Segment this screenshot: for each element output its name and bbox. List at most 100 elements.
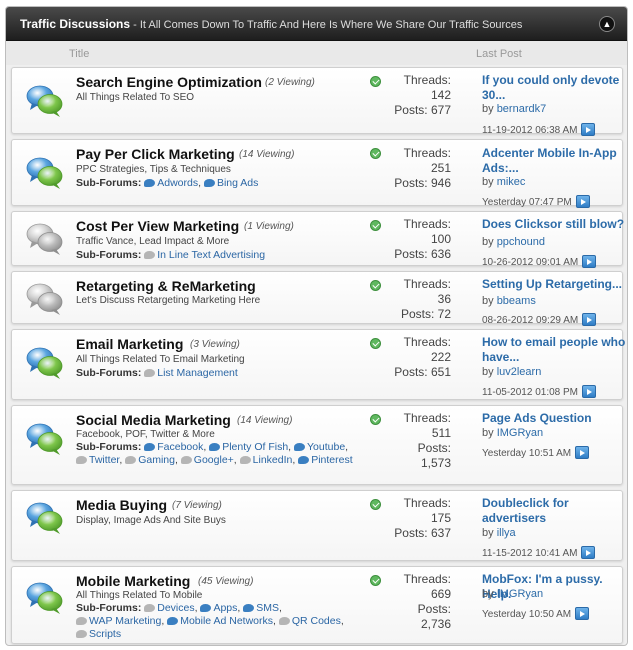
- go-to-last-post-icon[interactable]: [581, 123, 596, 136]
- subforum-bubble-icon: [203, 179, 215, 187]
- subforum-label[interactable]: Scripts: [89, 628, 121, 640]
- subforum-link[interactable]: Pinterest: [298, 454, 353, 466]
- subforum-link[interactable]: Google+: [180, 454, 234, 466]
- forum-title[interactable]: Pay Per Click Marketing: [76, 146, 235, 162]
- subforum-link[interactable]: Plenty Of Fish: [209, 441, 288, 453]
- category-title[interactable]: Traffic Discussions - It All Comes Down …: [20, 17, 522, 31]
- subforum-label[interactable]: Facebook: [157, 441, 203, 453]
- subforums-label: Sub-Forums:: [76, 367, 142, 379]
- last-post-title[interactable]: Adcenter Mobile In-App Ads:...: [482, 146, 627, 176]
- subforum-link[interactable]: Gaming: [125, 454, 175, 466]
- last-post-user[interactable]: bernardk7: [497, 103, 547, 115]
- go-to-last-post-icon[interactable]: [575, 607, 590, 620]
- last-post-title[interactable]: Page Ads Question: [482, 411, 627, 426]
- subforum-label[interactable]: Twitter: [89, 454, 119, 466]
- forum-description: PPC Strategies, Tips & Techniques: [76, 164, 231, 175]
- subforums-list: Sub-Forums: List Management: [76, 367, 366, 380]
- last-post-datetime: 08-26-2012 09:29 AM: [482, 313, 597, 326]
- subforum-label[interactable]: QR Codes: [292, 615, 341, 627]
- subforum-link[interactable]: Bing Ads: [203, 177, 258, 189]
- subforum-label[interactable]: Pinterest: [311, 454, 352, 466]
- stats: Threads: 36 Posts: 72: [401, 277, 451, 322]
- go-to-last-post-icon[interactable]: [575, 446, 590, 459]
- subforum-link[interactable]: Adwords: [144, 177, 198, 189]
- subforum-link[interactable]: Youtube: [294, 441, 345, 453]
- last-post-user[interactable]: bbeams: [497, 295, 536, 307]
- last-post-author: by bernardk7: [482, 103, 546, 115]
- subforum-link[interactable]: List Management: [144, 367, 238, 379]
- subforum-link[interactable]: In Line Text Advertising: [144, 249, 265, 261]
- subforums-list: Sub-Forums: Adwords, Bing Ads: [76, 177, 259, 189]
- subforum-link[interactable]: Facebook: [144, 441, 203, 453]
- subforum-label[interactable]: Youtube: [307, 441, 345, 453]
- viewing-count: (14 Viewing): [239, 149, 295, 160]
- forum-title[interactable]: Social Media Marketing: [76, 412, 231, 428]
- by-label: by: [482, 103, 494, 115]
- subforum-link[interactable]: Devices: [144, 602, 195, 614]
- last-post-title[interactable]: Does Clicksor still blow?: [482, 217, 627, 232]
- subforum-label[interactable]: Adwords: [157, 177, 198, 189]
- threads-label: Threads:: [403, 217, 451, 231]
- go-to-last-post-icon[interactable]: [582, 255, 597, 268]
- forum-title[interactable]: Retargeting & ReMarketing: [76, 278, 256, 294]
- subforum-label[interactable]: Mobile Ad Networks: [180, 615, 273, 627]
- subforum-label[interactable]: In Line Text Advertising: [157, 249, 265, 261]
- last-post-title[interactable]: How to email people who have...: [482, 335, 627, 365]
- last-post-user[interactable]: IMGRyan: [497, 588, 543, 600]
- check-icon: [370, 76, 381, 87]
- subforum-label[interactable]: Google+: [194, 454, 234, 466]
- last-post-title[interactable]: Doubleclick for advertisers: [482, 496, 627, 526]
- subforum-label[interactable]: Plenty Of Fish: [222, 441, 288, 453]
- subforum-link[interactable]: WAP Marketing: [76, 615, 161, 627]
- last-post-user[interactable]: IMGRyan: [497, 427, 543, 439]
- stats: Threads: 511 Posts: 1,573: [404, 411, 451, 471]
- last-post-time: 01:08 PM: [535, 387, 579, 398]
- subforum-label[interactable]: Bing Ads: [217, 177, 258, 189]
- category-name[interactable]: Traffic Discussions: [20, 17, 130, 31]
- subforum-label[interactable]: WAP Marketing: [89, 615, 161, 627]
- forum-title[interactable]: Mobile Marketing: [76, 573, 190, 589]
- forum-description: All Things Related To SEO: [76, 92, 195, 103]
- subforum-label[interactable]: Apps: [213, 602, 237, 614]
- last-post-user[interactable]: ppchound: [497, 236, 545, 248]
- last-post-datetime: 11-15-2012 10:41 AM: [482, 546, 596, 559]
- go-to-last-post-icon[interactable]: [581, 546, 596, 559]
- forum-title[interactable]: Search Engine Optimization: [76, 74, 262, 90]
- subforum-link[interactable]: Apps: [200, 602, 237, 614]
- forum-title[interactable]: Email Marketing: [76, 336, 183, 352]
- forum-bubbles-icon: [26, 581, 64, 615]
- last-post-user[interactable]: illya: [497, 527, 516, 539]
- subforum-link[interactable]: QR Codes: [278, 615, 341, 627]
- collapse-up-icon[interactable]: ▲: [599, 16, 615, 32]
- threads-count: 100: [430, 232, 451, 246]
- last-post-title[interactable]: Setting Up Retargeting...: [482, 277, 627, 292]
- subforum-label[interactable]: LinkedIn: [253, 454, 293, 466]
- forum-title[interactable]: Media Buying: [76, 497, 167, 513]
- subforum-link[interactable]: Twitter: [76, 454, 119, 466]
- subforum-label[interactable]: Gaming: [138, 454, 175, 466]
- last-post-user[interactable]: mikec: [497, 176, 526, 188]
- subforum-link[interactable]: Mobile Ad Networks: [167, 615, 273, 627]
- last-post-title[interactable]: If you could only devote 30...: [482, 73, 627, 103]
- subforum-label[interactable]: SMS: [256, 602, 279, 614]
- subforum-link[interactable]: LinkedIn: [239, 454, 293, 466]
- last-post-user[interactable]: luv2learn: [497, 366, 542, 378]
- subforum-bubble-icon: [278, 617, 290, 625]
- go-to-last-post-icon[interactable]: [582, 313, 597, 326]
- forum-bubbles-icon: [26, 282, 64, 316]
- threads-label: Threads:: [403, 277, 451, 291]
- go-to-last-post-icon[interactable]: [575, 195, 590, 208]
- stats: Threads: 222 Posts: 651: [394, 335, 451, 380]
- forum-bubbles-icon: [26, 422, 64, 456]
- subforum-link[interactable]: SMS: [243, 602, 279, 614]
- last-post-author: by luv2learn: [482, 366, 541, 378]
- subforum-label[interactable]: Devices: [157, 602, 194, 614]
- stats: Threads: 175 Posts: 637: [394, 496, 451, 541]
- by-label: by: [482, 236, 494, 248]
- subforum-link[interactable]: Scripts: [76, 628, 121, 640]
- subforum-label[interactable]: List Management: [157, 367, 238, 379]
- forum-title[interactable]: Cost Per View Marketing: [76, 218, 239, 234]
- threads-label: Threads:: [403, 335, 451, 349]
- go-to-last-post-icon[interactable]: [582, 385, 597, 398]
- check-icon: [370, 220, 381, 231]
